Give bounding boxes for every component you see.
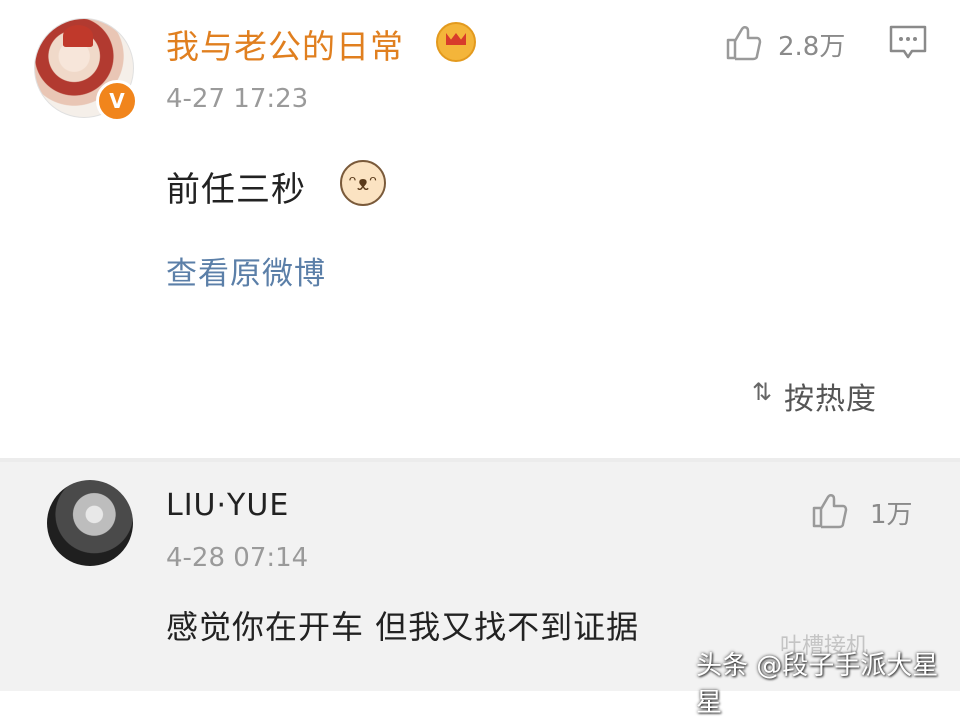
sort-icon[interactable]: ⇅: [752, 378, 772, 406]
post-timestamp: 4-27 17:23: [166, 84, 309, 114]
verified-badge-icon: V: [96, 80, 138, 122]
crown-icon: [436, 22, 476, 62]
reply-timestamp: 4-28 07:14: [166, 543, 309, 573]
post-text: 前任三秒: [166, 170, 306, 210]
like-icon[interactable]: [722, 22, 762, 62]
like-count: 2.8万: [778, 32, 846, 62]
view-original-link[interactable]: 查看原微博: [166, 248, 326, 293]
reply-username[interactable]: LIU·YUE: [166, 488, 289, 523]
sort-by-hot-button[interactable]: 按热度: [784, 374, 877, 418]
santa-hat-icon: [63, 25, 93, 47]
post-username[interactable]: 我与老公的日常: [166, 20, 404, 68]
reply-avatar[interactable]: [47, 480, 133, 566]
cat-emoji-icon: ᵔᴥᵔ: [340, 160, 386, 206]
reply-text: 感觉你在开车 但我又找不到证据: [166, 608, 640, 646]
comment-icon[interactable]: [888, 24, 928, 60]
reply-like-icon[interactable]: [808, 490, 848, 530]
watermark: 头条 @段子手派大星星: [696, 651, 939, 718]
reply-like-count: 1万: [870, 500, 913, 530]
